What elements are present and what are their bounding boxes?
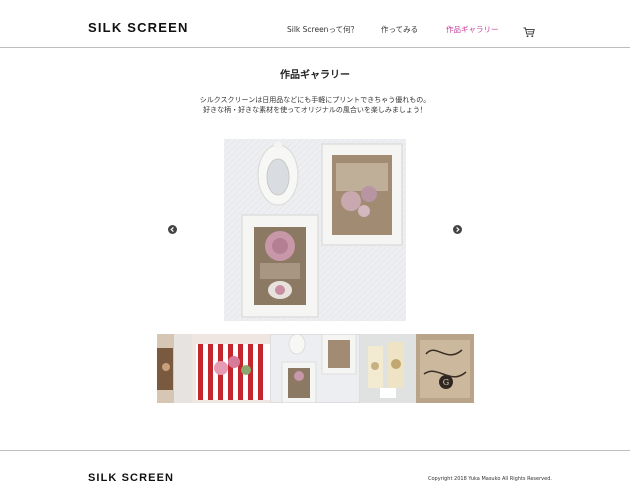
page-title: 作品ギャラリー [280, 70, 350, 81]
svg-text:G: G [443, 378, 449, 387]
nav-item-about[interactable]: Silk Screenって何？ [287, 24, 358, 35]
nav-item-make[interactable]: 作ってみる [381, 24, 418, 35]
thumbnail-2[interactable] [174, 334, 270, 403]
site-footer: SILK SCREEN Copyright 2018 Yuka Masuko A… [0, 450, 630, 486]
thumbnail-5[interactable]: G [416, 334, 474, 403]
copyright-text: Copyright 2018 Yuka Masuko All Rights Re… [428, 476, 552, 482]
thumbnail-4[interactable] [360, 334, 416, 403]
thumbnail-1[interactable] [157, 334, 174, 403]
thumbnail-3[interactable] [270, 334, 360, 403]
arrow-right-icon[interactable] [453, 225, 462, 234]
site-header: SILK SCREEN Silk Screenって何？ 作ってみる 作品ギャラリ… [0, 0, 630, 48]
thumbnail-strip: G [157, 334, 474, 403]
intro-text-line-2: 好きな柄・好きな素材を使ってオリジナルの風合いを楽しみましょう！ [203, 106, 427, 114]
footer-logo[interactable]: SILK SCREEN [88, 472, 174, 484]
gallery-main-image [224, 139, 406, 321]
intro-text-line-1: シルクスクリーンは日用品などにも手軽にプリントできちゃう優れもの。 [199, 96, 431, 104]
nav-item-gallery[interactable]: 作品ギャラリー [446, 24, 499, 35]
arrow-left-icon[interactable] [168, 225, 177, 234]
site-logo[interactable]: SILK SCREEN [88, 20, 189, 35]
cart-icon[interactable] [523, 23, 535, 38]
